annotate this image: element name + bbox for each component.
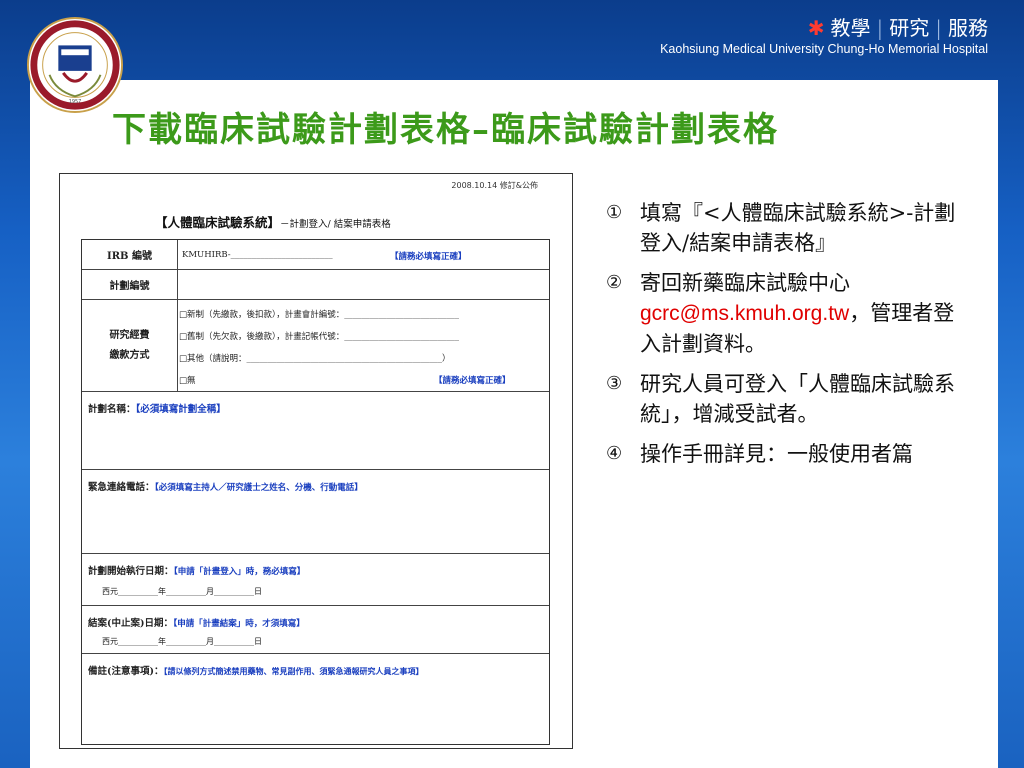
step-text: 填寫『<人體臨床試驗系統>-計劃登入/結案申請表格』 bbox=[640, 201, 956, 255]
irb-row: IRB 編號 KMUHIRB-________________________ … bbox=[82, 240, 549, 270]
emergency-label: 緊急連絡電話： bbox=[88, 482, 155, 493]
plan-name-label: 計劃名稱： bbox=[88, 404, 136, 415]
form-title-sub: －計劃登入/ 結案申請表格 bbox=[280, 219, 391, 230]
plan-name-section: 計劃名稱：【必須填寫計劃全稱】 bbox=[88, 401, 226, 415]
irb-value: KMUHIRB-________________________ bbox=[182, 250, 333, 260]
step-number: ④ bbox=[606, 443, 623, 464]
slogan-service: 服務 bbox=[948, 16, 988, 40]
irb-label: IRB 編號 bbox=[82, 240, 178, 269]
emergency-section: 緊急連絡電話：【必須填寫主持人／研究護士之姓名、分機、行動電話】 bbox=[88, 479, 363, 493]
list-item: ② 寄回新藥臨床試驗中心 gcrc@ms.kmuh.org.tw，管理者登入計劃資… bbox=[606, 268, 956, 359]
step-number: ① bbox=[606, 202, 623, 223]
remarks-section: 備註(注意事項)：【請以條列方式簡述禁用藥物、常見副作用、須緊急通報研究人員之事… bbox=[88, 663, 424, 677]
slogan-research: 研究 bbox=[889, 16, 930, 40]
remarks-note: 【請以條列方式簡述禁用藥物、常見副作用、須緊急通報研究人員之事項】 bbox=[163, 666, 424, 676]
start-date-note: 【申請「計畫登入」時，務必填寫】 bbox=[173, 567, 306, 577]
end-date-section: 結案(中止案)日期：【申請「計畫結案」時，才須填寫】 bbox=[88, 615, 305, 629]
funding-label-line2: 繳款方式 bbox=[109, 349, 150, 361]
plan-number-row: 計劃編號 bbox=[82, 270, 549, 300]
funding-option-none: □無 bbox=[179, 376, 196, 386]
funding-option-old: □舊制（先欠款，後繳款），計畫記帳代號：____________________… bbox=[179, 332, 460, 342]
end-date-value: 西元__________年__________月__________日 bbox=[102, 637, 262, 646]
end-date-note: 【申請「計畫結案」時，才須填寫】 bbox=[173, 619, 305, 629]
start-date-value: 西元__________年__________月__________日 bbox=[102, 587, 262, 596]
list-item: ④ 操作手冊詳見：一般使用者篇 bbox=[606, 439, 956, 469]
slide-title: 下載臨床試驗計劃表格–臨床試驗計劃表格 bbox=[112, 110, 779, 150]
emergency-note: 【必須填寫主持人／研究護士之姓名、分機、行動電話】 bbox=[154, 483, 363, 493]
funding-row: 研究經費 繳款方式 □新制（先繳款，後扣款），計畫會計編號：__________… bbox=[82, 300, 549, 392]
list-item: ① 填寫『<人體臨床試驗系統>-計劃登入/結案申請表格』 bbox=[606, 198, 956, 258]
emergency-row: 緊急連絡電話：【必須填寫主持人／研究護士之姓名、分機、行動電話】 bbox=[82, 470, 549, 554]
remarks-label: 備註(注意事項)： bbox=[88, 666, 164, 677]
plan-number-label: 計劃編號 bbox=[82, 270, 178, 299]
funding-label: 研究經費 繳款方式 bbox=[82, 300, 178, 391]
step-text: 操作手冊詳見：一般使用者篇 bbox=[640, 442, 913, 466]
plan-name-note: 【必須填寫計劃全稱】 bbox=[135, 404, 226, 415]
funding-label-line1: 研究經費 bbox=[109, 329, 150, 341]
remarks-row: 備註(注意事項)：【請以條列方式簡述禁用藥物、常見副作用、須緊急通報研究人員之事… bbox=[82, 654, 549, 744]
form-document: 2008.10.14 修訂&公佈 【人體臨床試驗系統】－計劃登入/ 結案申請表格… bbox=[59, 173, 573, 749]
end-date-label: 結案(中止案)日期： bbox=[88, 618, 173, 629]
university-seal-logo: 1957 bbox=[26, 16, 124, 114]
funding-option-other: □其他（請說明：________________________________… bbox=[179, 354, 451, 364]
slogan-teaching: 教學 bbox=[830, 16, 871, 40]
step-number: ② bbox=[606, 272, 623, 293]
funding-note: 【請務必填寫正確】 bbox=[434, 376, 511, 386]
star-icon: ✱ bbox=[807, 16, 825, 40]
step-text: 研究人員可登入「人體臨床試驗系統」，增減受試者。 bbox=[640, 372, 955, 426]
start-date-section: 計劃開始執行日期：【申請「計畫登入」時，務必填寫】 bbox=[88, 563, 305, 577]
email-link[interactable]: gcrc@ms.kmuh.org.tw bbox=[640, 302, 849, 325]
step-number: ③ bbox=[606, 373, 623, 394]
start-date-row: 計劃開始執行日期：【申請「計畫登入」時，務必填寫】 西元__________年_… bbox=[82, 554, 549, 606]
funding-option-new: □新制（先繳款，後扣款），計畫會計編號：____________________… bbox=[179, 310, 460, 320]
start-date-label: 計劃開始執行日期： bbox=[88, 566, 174, 577]
list-item: ③ 研究人員可登入「人體臨床試驗系統」，增減受試者。 bbox=[606, 369, 956, 429]
svg-text:1957: 1957 bbox=[69, 99, 81, 105]
step-text-before: 寄回新藥臨床試驗中心 bbox=[640, 271, 850, 295]
irb-note: 【請務必填寫正確】 bbox=[390, 252, 467, 262]
step-text: 寄回新藥臨床試驗中心 gcrc@ms.kmuh.org.tw，管理者登入計劃資料。 bbox=[640, 268, 956, 359]
instructions-list: ① 填寫『<人體臨床試驗系統>-計劃登入/結案申請表格』 ② 寄回新藥臨床試驗中… bbox=[606, 198, 956, 479]
form-title: 【人體臨床試驗系統】－計劃登入/ 結案申請表格 bbox=[155, 212, 391, 231]
plan-name-row: 計劃名稱：【必須填寫計劃全稱】 bbox=[82, 392, 549, 470]
form-date: 2008.10.14 修訂&公佈 bbox=[451, 181, 538, 190]
form-table: IRB 編號 KMUHIRB-________________________ … bbox=[81, 239, 550, 745]
hospital-name: Kaohsiung Medical University Chung-Ho Me… bbox=[660, 42, 988, 56]
end-date-row: 結案(中止案)日期：【申請「計畫結案」時，才須填寫】 西元__________年… bbox=[82, 606, 549, 654]
header-slogan: ✱ 教學 | 研究 | 服務 bbox=[807, 16, 988, 40]
form-title-main: 【人體臨床試驗系統】 bbox=[155, 215, 281, 230]
